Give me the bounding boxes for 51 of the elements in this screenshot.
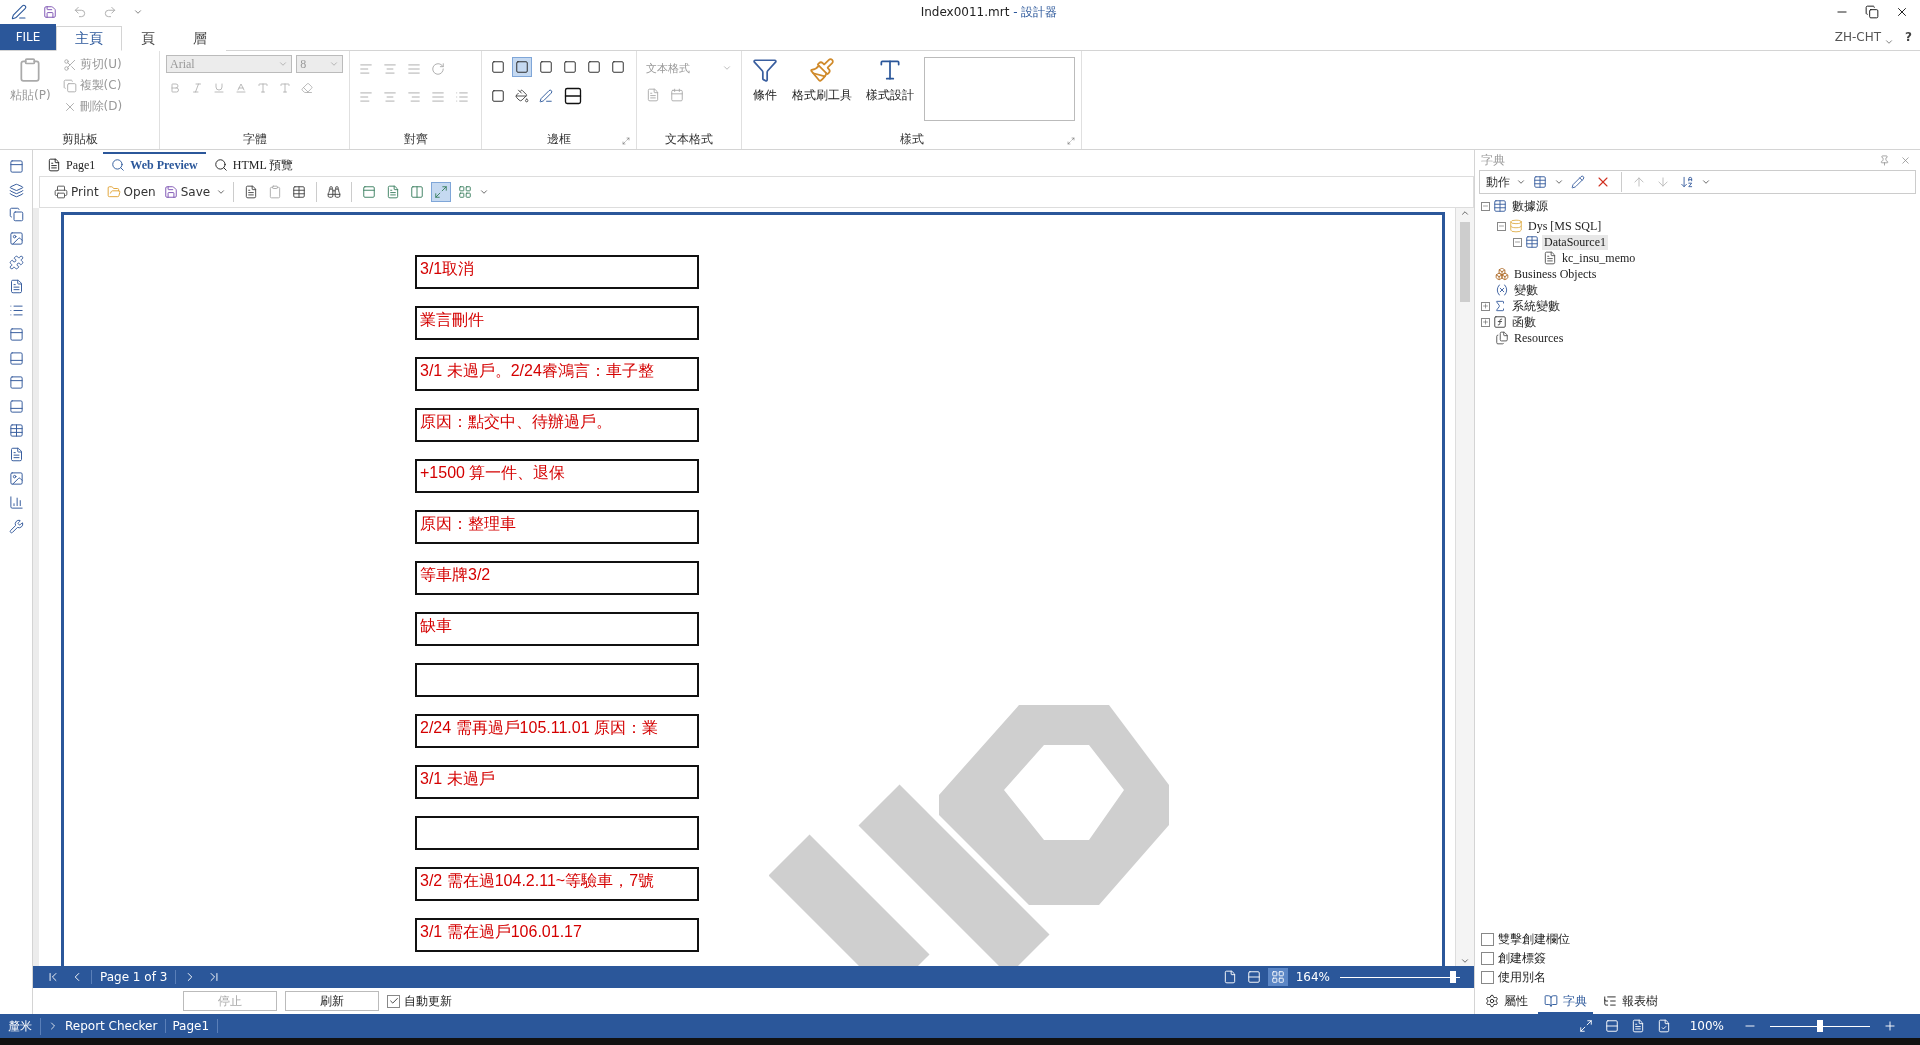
- report-text-box: 3/1 未過戶: [415, 765, 699, 799]
- page-indicator: Page 1 of 3: [91, 970, 177, 984]
- toolbar-button[interactable]: Print: [52, 183, 101, 201]
- group-title: 樣式: [899, 130, 924, 148]
- group-title: 文本格式: [665, 130, 713, 148]
- report-text-box: 等車牌3/2: [415, 561, 699, 595]
- group-title: 邊框: [547, 130, 571, 148]
- checkbox-label: 自動更新: [404, 992, 452, 1010]
- actions-menu[interactable]: 動作: [1484, 171, 1512, 193]
- tree-item[interactable]: Dys [MS SQL]: [1526, 218, 1604, 234]
- report-text-box: 原因：整理車: [415, 510, 699, 544]
- report-text-box: 缺車: [415, 612, 699, 646]
- report-text-box: 3/1 需在過戶106.01.17: [415, 918, 699, 952]
- group-title: 字體: [242, 130, 267, 148]
- group-title: 剪貼板: [61, 130, 98, 148]
- checkbox-label: 使用別名: [1498, 969, 1546, 986]
- tree-item[interactable]: 變數: [1512, 281, 1540, 299]
- report-text-box: 3/2 需在過104.2.11~等驗車，7號: [415, 867, 699, 901]
- zoom-value: 100%: [1689, 1019, 1724, 1033]
- refresh-button[interactable]: 刷新: [285, 991, 379, 1011]
- report-text-box: 2/24 需再過戶105.11.01 原因：業: [415, 714, 699, 748]
- tree-item[interactable]: 函數: [1510, 313, 1538, 331]
- report-text-box: 業言刪件: [415, 306, 699, 340]
- tree-item[interactable]: Business Objects: [1512, 266, 1599, 282]
- unit-select[interactable]: 釐米: [8, 1017, 41, 1035]
- report-text-box: 原因：點交中、待辦過戶。: [415, 408, 699, 442]
- tree-item[interactable]: Resources: [1512, 330, 1566, 346]
- style-button[interactable]: 樣式設計: [862, 55, 918, 129]
- toolbar-button[interactable]: Open: [104, 183, 158, 201]
- style-button[interactable]: 條件: [748, 55, 782, 129]
- style-button[interactable]: 格式刷工具: [788, 55, 856, 129]
- panel-title: 字典: [1481, 151, 1506, 169]
- file-tab[interactable]: FILE: [0, 24, 56, 50]
- help-button[interactable]: ?: [1905, 30, 1912, 44]
- toolbar-button[interactable]: Save: [161, 183, 213, 201]
- group-title: 對齊: [403, 130, 428, 148]
- checkbox-label: 雙擊創建欄位: [1498, 931, 1570, 948]
- report-text-box: 3/1 未過戶。2/24睿鴻言：車子整: [415, 357, 699, 391]
- report-text-box: 3/1取消: [415, 255, 699, 289]
- tree-item[interactable]: kc_insu_memo: [1560, 250, 1638, 266]
- zoom-value: 164%: [1295, 970, 1330, 984]
- report-text-box: +1500 算一件、退保: [415, 459, 699, 493]
- checkbox-label: 創建標簽: [1498, 950, 1546, 967]
- status-item[interactable]: Page1: [172, 1019, 219, 1033]
- window-title: Index0011.mrt - 設計器: [920, 3, 1058, 21]
- tree-item[interactable]: DataSource1: [1542, 234, 1608, 250]
- tree-item[interactable]: 系統變數: [1510, 297, 1562, 315]
- tree-item[interactable]: 數據源: [1510, 197, 1550, 215]
- ribbon-tab[interactable]: 主頁: [56, 26, 122, 51]
- status-item[interactable]: Report Checker: [65, 1019, 167, 1033]
- language-select[interactable]: ZH-CHT: [1834, 30, 1882, 44]
